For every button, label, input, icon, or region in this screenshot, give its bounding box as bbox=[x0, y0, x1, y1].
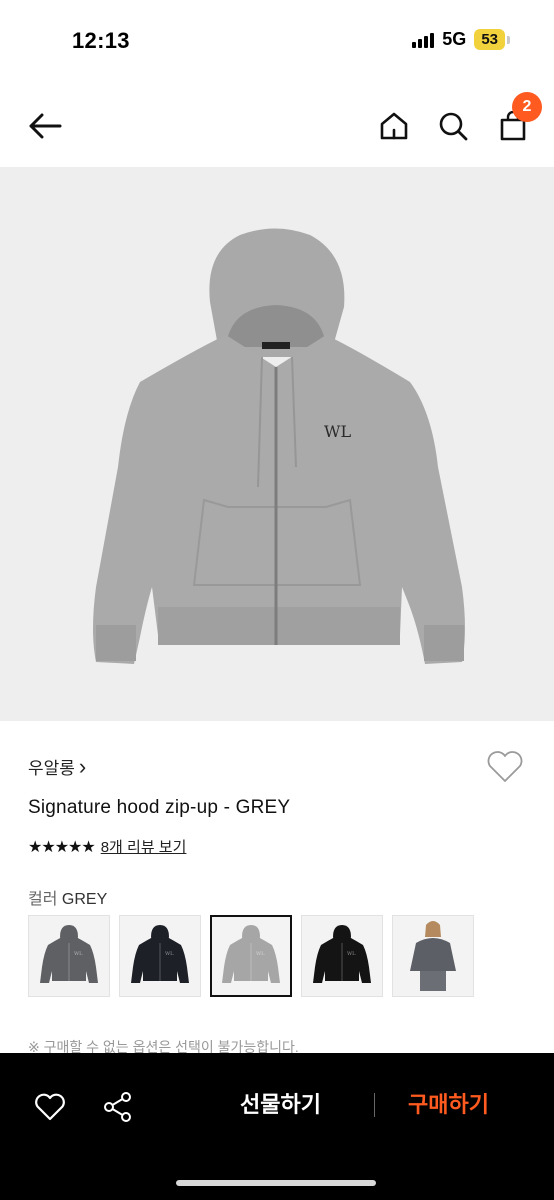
color-selected-value: GREY bbox=[61, 891, 108, 908]
product-title: Signature hood zip-up - GREY bbox=[28, 797, 291, 818]
divider bbox=[374, 1093, 375, 1117]
product-image[interactable]: WL bbox=[0, 167, 554, 721]
color-label: 컬러 GREY bbox=[28, 885, 107, 909]
color-swatches: WL WL WL WL bbox=[28, 915, 474, 997]
search-button[interactable] bbox=[428, 88, 478, 164]
color-label-title: 컬러 bbox=[28, 891, 58, 908]
hoodie-illustration: WL bbox=[93, 228, 465, 664]
star-rating: ★★★★★ bbox=[28, 838, 96, 856]
status-bar: 12:13 5G 53 bbox=[0, 0, 554, 82]
color-swatch[interactable]: WL bbox=[28, 915, 110, 997]
review-link[interactable]: 8개 리뷰 보기 bbox=[101, 836, 187, 857]
hoodie-thumbnail: WL bbox=[40, 925, 98, 983]
color-swatch[interactable] bbox=[392, 915, 474, 997]
hoodie-thumbnail: WL bbox=[222, 925, 280, 983]
brand-name: 우알롱 bbox=[28, 759, 75, 778]
share-icon bbox=[104, 1092, 131, 1122]
home-button[interactable] bbox=[369, 88, 419, 164]
svg-text:WL: WL bbox=[74, 951, 83, 957]
heart-icon bbox=[487, 751, 523, 782]
svg-text:WL: WL bbox=[347, 951, 356, 957]
model-thumbnail bbox=[410, 921, 456, 991]
battery-icon bbox=[507, 35, 510, 44]
search-icon bbox=[439, 112, 468, 141]
color-swatch[interactable]: WL bbox=[210, 915, 292, 997]
battery-level: 53 bbox=[474, 29, 505, 50]
svg-text:WL: WL bbox=[256, 951, 265, 957]
signal-icon bbox=[412, 32, 435, 48]
svg-text:WL: WL bbox=[165, 951, 174, 957]
color-swatch[interactable]: WL bbox=[301, 915, 383, 997]
back-arrow-icon bbox=[29, 113, 62, 139]
cart-count-badge: 2 bbox=[512, 92, 542, 122]
network-type: 5G bbox=[442, 29, 467, 49]
status-time: 12:13 bbox=[72, 28, 130, 53]
heart-icon bbox=[35, 1093, 65, 1121]
status-indicators: 5G 53 bbox=[412, 29, 510, 50]
back-button[interactable] bbox=[20, 88, 70, 164]
buy-button[interactable]: 구매하기 bbox=[408, 1087, 489, 1119]
hoodie-thumbnail: WL bbox=[313, 925, 371, 983]
bottom-action-bar: 선물하기 구매하기 bbox=[0, 1053, 554, 1200]
hoodie-thumbnail: WL bbox=[131, 925, 189, 983]
bottom-wishlist-button[interactable] bbox=[28, 1085, 72, 1129]
share-button[interactable] bbox=[96, 1085, 140, 1129]
home-indicator bbox=[176, 1180, 376, 1186]
gift-button[interactable]: 선물하기 bbox=[240, 1087, 321, 1119]
chevron-right-icon: › bbox=[78, 754, 87, 779]
color-swatch[interactable]: WL bbox=[119, 915, 201, 997]
home-icon bbox=[380, 112, 408, 140]
svg-text:WL: WL bbox=[324, 422, 351, 441]
top-navigation bbox=[0, 88, 554, 166]
wishlist-button[interactable] bbox=[486, 750, 524, 789]
brand-link[interactable]: 우알롱 › bbox=[28, 754, 86, 779]
rating-row: ★★★★★ 8개 리뷰 보기 bbox=[28, 836, 186, 857]
